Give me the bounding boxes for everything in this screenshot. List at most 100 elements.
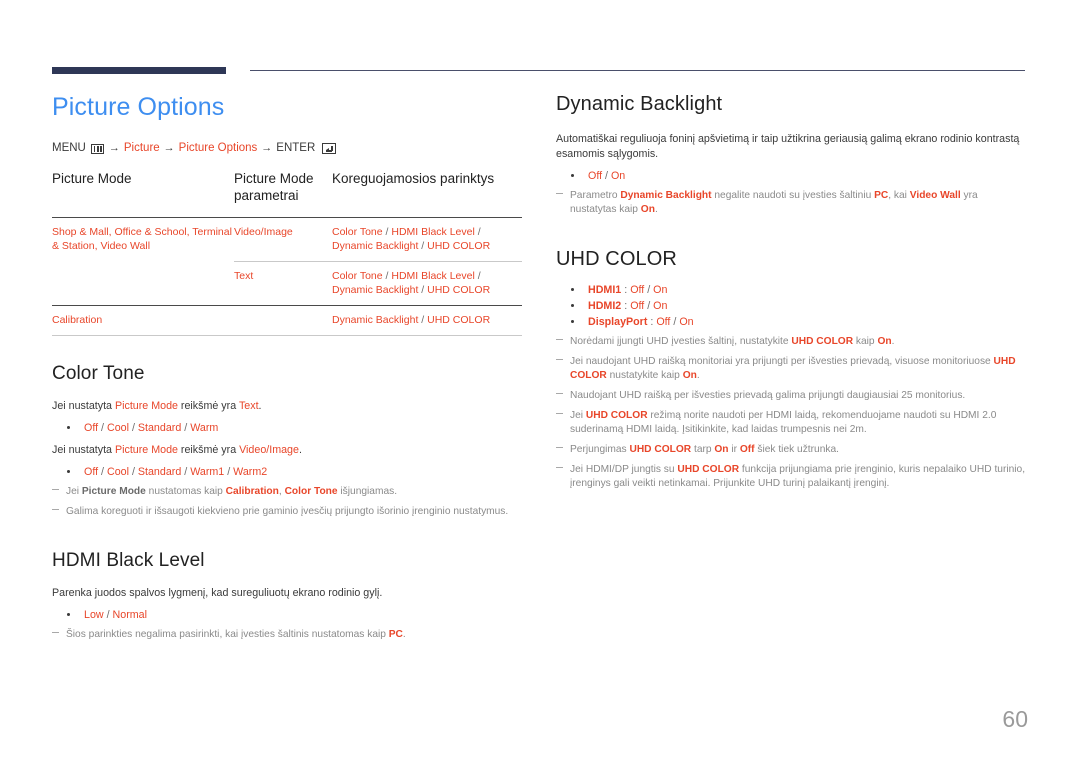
manual-page: Picture Options MENU → Picture → Picture…	[0, 0, 1080, 763]
note-mid2: ir	[728, 444, 740, 455]
note-mid: nustatomas kaip	[145, 486, 226, 497]
opt-warm1: Warm1	[190, 466, 225, 478]
list-item: Off / On	[556, 168, 1026, 184]
hdmi-black-level-options: Low / Normal	[52, 607, 522, 623]
dynamic-backlight-notes: Parametro Dynamic Backlight negalite nau…	[556, 189, 1026, 217]
option-sep-tail: /	[474, 270, 481, 282]
sep: :	[647, 316, 657, 328]
note-pre: Norėdami įjungti UHD įvesties šaltinį, n…	[570, 336, 792, 347]
note-post: šiek tiek užtrunka.	[754, 444, 839, 455]
right-column: Dynamic Backlight Automatiškai reguliuoj…	[556, 92, 1026, 491]
intro-post: .	[258, 400, 262, 412]
section-hdmi-black-level: HDMI Black Level Parenka juodos spalvos …	[52, 549, 522, 642]
page-number: 60	[1002, 706, 1028, 732]
intro-mid: reikšmė yra	[177, 400, 239, 412]
list-item: DisplayPort : Off / On	[556, 314, 1026, 330]
header-rule	[250, 70, 1025, 71]
note-item: Norėdami įjungti UHD įvesties šaltinį, n…	[556, 335, 1026, 349]
opt-off: Off	[84, 422, 99, 434]
intro-pre: Jei nustatyta	[52, 400, 115, 412]
em-video-image: Video/Image	[239, 444, 299, 456]
path-arrow-1: →	[108, 142, 120, 154]
note-post: .	[402, 629, 406, 640]
port-hdmi2: HDMI2	[588, 300, 622, 312]
cell-picture-mode: Shop & Mall, Office & School, Terminal &…	[52, 217, 234, 262]
opt-cool: Cool	[106, 422, 129, 434]
table-row: Shop & Mall, Office & School, Terminal &…	[52, 217, 522, 262]
opt-off: Off	[656, 316, 671, 328]
opt-standard: Standard	[137, 466, 182, 478]
em-picture-mode: Picture Mode	[114, 444, 178, 456]
option-dynamic-backlight: Dynamic Backlight	[332, 284, 419, 296]
opt-off: Off	[588, 170, 603, 182]
note-pre: Naudojant UHD raišką per išvesties priev…	[570, 390, 966, 401]
note-post: išjungiamas.	[337, 486, 398, 497]
picture-mode-table: Picture Mode Picture Mode parametrai Kor…	[52, 170, 522, 336]
em-dynamic-backlight: Dynamic Backlight	[620, 190, 712, 201]
note-item: Jei UHD COLOR režimą norite naudoti per …	[556, 409, 1026, 437]
note-item: Jei naudojant UHD raišką monitoriai yra …	[556, 355, 1026, 383]
note-item: Naudojant UHD raišką per išvesties priev…	[556, 389, 1026, 403]
dynamic-backlight-intro: Automatiškai reguliuoja foninį apšvietim…	[556, 133, 1020, 160]
port-hdmi1: HDMI1	[588, 284, 622, 296]
port-displayport: DisplayPort	[588, 316, 648, 328]
section-heading-dynamic-backlight: Dynamic Backlight	[556, 93, 723, 115]
note-pre: Jei	[570, 410, 586, 421]
em-picture-mode: Picture Mode	[81, 486, 146, 497]
note-mid2: , kai	[888, 190, 910, 201]
table-row: Text Color Tone / HDMI Black Level / Dyn…	[52, 261, 522, 306]
menu-path-breadcrumb: MENU → Picture → Picture Options → ENTER	[52, 141, 522, 156]
note-item: Galima koreguoti ir išsaugoti kiekvieno …	[52, 505, 522, 519]
color-tone-intro-text: Jei nustatyta Picture Mode reikšmė yra T…	[52, 399, 522, 414]
menu-grid-icon	[90, 143, 104, 154]
dynamic-backlight-options: Off / On	[556, 168, 1026, 184]
note-post: .	[696, 370, 700, 381]
option-hdmi-black-level: HDMI Black Level	[391, 270, 475, 282]
intro2-pre: Jei nustatyta	[52, 444, 115, 456]
enter-key-icon	[322, 143, 337, 154]
note-pre: Parametro	[570, 190, 621, 201]
note-pre: Jei	[66, 486, 82, 497]
em-on: On	[682, 370, 697, 381]
option-color-tone: Color Tone	[332, 226, 383, 238]
option-dynamic-backlight: Dynamic Backlight	[332, 314, 419, 326]
em-uhd-color: UHD COLOR	[677, 464, 740, 475]
section-color-tone: Color Tone Jei nustatyta Picture Mode re…	[52, 362, 522, 519]
em-video-wall: Video Wall	[909, 190, 961, 201]
em-calibration: Calibration	[225, 486, 279, 497]
intro2-post: .	[298, 444, 302, 456]
option-dynamic-backlight: Dynamic Backlight	[332, 240, 419, 252]
table-row: Calibration Dynamic Backlight / UHD COLO…	[52, 305, 522, 336]
note-mid: negalite naudoti su įvesties šaltiniu	[711, 190, 875, 201]
option-hdmi-black-level: HDMI Black Level	[391, 226, 475, 238]
opt-on: On	[610, 170, 626, 182]
option-uhd-color: UHD COLOR	[427, 240, 491, 252]
opt-on: On	[653, 300, 668, 312]
color-tone-intro-video: Jei nustatyta Picture Mode reikšmė yra V…	[52, 443, 522, 458]
option-sep2: /	[418, 240, 428, 252]
color-tone-notes: Jei Picture Mode nustatomas kaip Calibra…	[52, 485, 522, 519]
opt-normal: Normal	[112, 609, 147, 621]
section-dynamic-backlight: Dynamic Backlight Automatiškai reguliuoj…	[556, 92, 1026, 217]
em-text: Text	[238, 400, 259, 412]
em-on: On	[877, 336, 892, 347]
cell-options: Dynamic Backlight / UHD COLOR	[332, 305, 522, 336]
em-on: On	[714, 444, 729, 455]
menu-label: MENU	[52, 142, 86, 154]
uhd-color-notes: Norėdami įjungti UHD įvesties šaltinį, n…	[556, 335, 1026, 491]
note-item: Parametro Dynamic Backlight negalite nau…	[556, 189, 1026, 217]
cell-param	[234, 305, 332, 336]
note-item: Šios parinkties negalima pasirinkti, kai…	[52, 628, 522, 642]
note-mid: kaip	[853, 336, 878, 347]
color-tone-options-video: Off / Cool / Standard / Warm1 / Warm2	[52, 464, 522, 480]
cell-picture-mode: Calibration	[52, 305, 234, 336]
cell-param: Video/Image	[234, 217, 332, 262]
intro2-mid: reikšmė yra	[177, 444, 240, 456]
em-pc: PC	[388, 629, 403, 640]
note-pre: Jei HDMI/DP jungtis su	[570, 464, 678, 475]
list-item: HDMI1 : Off / On	[556, 282, 1026, 298]
hdmi-black-level-intro: Parenka juodos spalvos lygmenį, kad sure…	[52, 587, 383, 599]
cell-options: Color Tone / HDMI Black Level / Dynamic …	[332, 217, 522, 262]
path-arrow-3: →	[261, 142, 273, 154]
col-header-picture-mode: Picture Mode	[52, 171, 132, 186]
